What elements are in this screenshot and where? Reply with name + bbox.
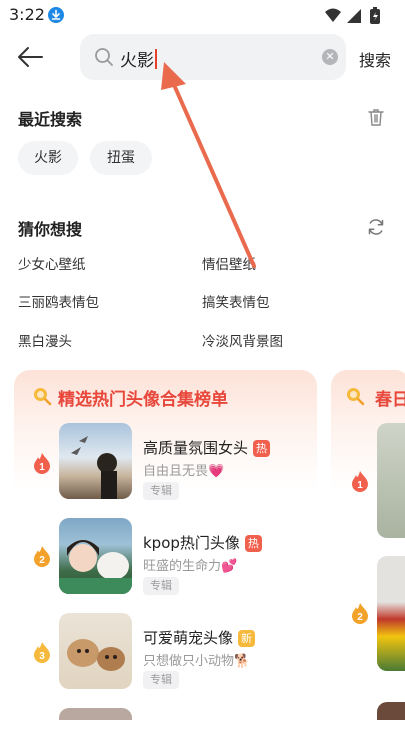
album-thumbnail[interactable] bbox=[377, 702, 405, 720]
album-subtitle: 旺盛的生命力💕 bbox=[143, 559, 238, 574]
guess-title: 猜你想搜 bbox=[18, 220, 83, 239]
status-bar: 3:22 bbox=[0, 0, 405, 30]
svg-text:1: 1 bbox=[357, 480, 363, 491]
new-tag: 新 bbox=[238, 630, 256, 647]
svg-text:3: 3 bbox=[39, 651, 45, 662]
guess-item[interactable]: 搞笑表情包 bbox=[202, 291, 270, 311]
rank-1-icon: 1 bbox=[351, 470, 369, 492]
album-badge: 专辑 bbox=[143, 482, 179, 500]
rank-2-icon: 2 bbox=[351, 602, 369, 624]
search-button[interactable]: 搜索 bbox=[359, 47, 391, 71]
album-title[interactable]: 可爱萌宠头像新 bbox=[143, 627, 256, 648]
guess-item[interactable]: 三丽鸥表情包 bbox=[18, 291, 99, 311]
back-arrow-icon[interactable] bbox=[16, 44, 46, 70]
album-subtitle: 只想做只小动物🐕 bbox=[143, 654, 251, 669]
rank-2-icon: 2 bbox=[33, 545, 51, 567]
svg-text:2: 2 bbox=[39, 555, 45, 566]
search-input[interactable]: 火影 ✕ bbox=[80, 34, 346, 80]
album-title[interactable]: kpop热门头像热 bbox=[143, 532, 262, 553]
battery-icon bbox=[370, 7, 380, 24]
rank-3-icon: 3 bbox=[33, 641, 51, 663]
album-title[interactable]: 高质量氛围女头热 bbox=[143, 437, 271, 458]
trash-icon[interactable] bbox=[367, 107, 385, 127]
guess-item[interactable]: 冷淡风背景图 bbox=[202, 330, 283, 350]
avatar-album-thumbnail[interactable] bbox=[59, 708, 132, 720]
recent-chip[interactable]: 扭蛋 bbox=[90, 141, 152, 175]
album-subtitle: 自由且无畏💗 bbox=[143, 464, 225, 479]
signal-icon bbox=[347, 9, 361, 23]
hot-tag: 热 bbox=[253, 440, 271, 457]
album-thumbnail[interactable] bbox=[377, 423, 405, 538]
search-icon bbox=[94, 47, 114, 67]
search-icon bbox=[345, 386, 365, 406]
text-cursor bbox=[155, 49, 157, 69]
refresh-icon[interactable] bbox=[366, 217, 386, 237]
hot-tag: 热 bbox=[244, 535, 262, 552]
avatar-album-thumbnail[interactable] bbox=[59, 423, 132, 499]
guess-item[interactable]: 情侣壁纸 bbox=[202, 253, 256, 273]
avatar-album-thumbnail[interactable] bbox=[59, 518, 132, 594]
svg-text:1: 1 bbox=[39, 462, 45, 473]
search-header: 火影 ✕ 搜索 bbox=[0, 30, 405, 86]
card-title: 精选热门头像合集榜单 bbox=[58, 390, 228, 410]
search-query-text: 火影 bbox=[120, 46, 157, 71]
recent-chip[interactable]: 火影 bbox=[18, 141, 78, 175]
recent-search-title: 最近搜索 bbox=[18, 110, 83, 129]
album-badge: 专辑 bbox=[143, 671, 179, 689]
download-icon bbox=[48, 7, 64, 23]
clear-icon[interactable]: ✕ bbox=[322, 49, 338, 65]
status-time: 3:22 bbox=[9, 5, 45, 24]
card-title: 春日 bbox=[375, 390, 405, 410]
album-thumbnail[interactable] bbox=[377, 556, 405, 671]
avatar-album-thumbnail[interactable] bbox=[59, 613, 132, 689]
guess-item[interactable]: 黑白漫头 bbox=[18, 330, 72, 350]
guess-item[interactable]: 少女心壁纸 bbox=[18, 253, 86, 273]
svg-text:2: 2 bbox=[357, 612, 363, 623]
wifi-icon bbox=[325, 8, 341, 22]
search-icon bbox=[32, 386, 52, 406]
rank-1-icon: 1 bbox=[33, 452, 51, 474]
album-badge: 专辑 bbox=[143, 577, 179, 595]
system-icons bbox=[323, 6, 393, 26]
